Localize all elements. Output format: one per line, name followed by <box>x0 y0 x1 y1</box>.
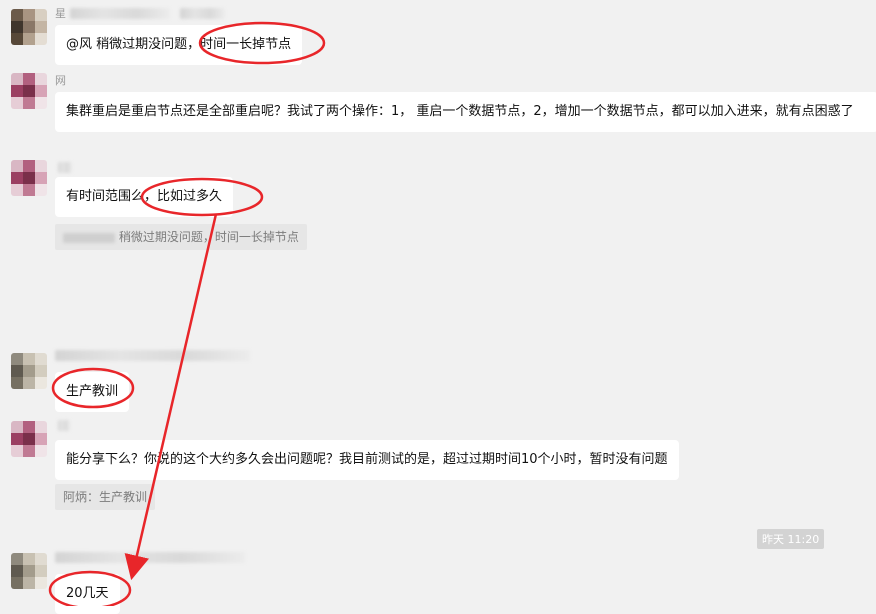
avatar[interactable] <box>11 421 47 457</box>
sender-name-blur <box>70 8 170 19</box>
message-bubble[interactable]: @风 稍微过期没问题，时间一长掉节点 <box>55 25 303 65</box>
annotation-layer <box>48 21 326 606</box>
sender-name: 星 <box>55 7 66 20</box>
message-bubble[interactable]: 20几天 <box>55 574 120 614</box>
avatar[interactable] <box>11 9 47 45</box>
sender-name-blur <box>58 162 72 173</box>
message-bubble[interactable]: 生产教训 <box>55 372 130 412</box>
sender-name-blur <box>55 552 245 563</box>
quoted-text: 稍微过期没问题，时间一长掉节点 <box>118 230 299 244</box>
message-bubble[interactable]: 能分享下么？你说的这个大约多久会出问题呢？我目前测试的是，超过过期时间10个小时… <box>55 440 679 480</box>
avatar[interactable] <box>11 553 47 589</box>
avatar[interactable] <box>11 353 47 389</box>
sender-name-blur <box>58 420 70 431</box>
message-bubble[interactable]: 集群重启是重启节点还是全部重启呢？我试了两个操作：1， 重启一个数据节点，2，增… <box>55 92 876 132</box>
sender-name: 网 <box>55 74 66 87</box>
quoted-reply[interactable]: 阿炳：生产教训 <box>55 484 156 510</box>
avatar[interactable] <box>11 160 47 196</box>
quoted-sender-blur <box>63 232 115 243</box>
message-bubble[interactable]: 有时间范围么，比如过多久 <box>55 177 234 217</box>
avatar[interactable] <box>11 73 47 109</box>
timestamp: 昨天 11:20 <box>757 529 825 549</box>
quoted-reply[interactable]: 稍微过期没问题，时间一长掉节点 <box>55 224 307 250</box>
sender-name-blur <box>55 350 250 361</box>
sender-name-blur <box>180 8 225 19</box>
annotation-arrow <box>124 213 218 581</box>
